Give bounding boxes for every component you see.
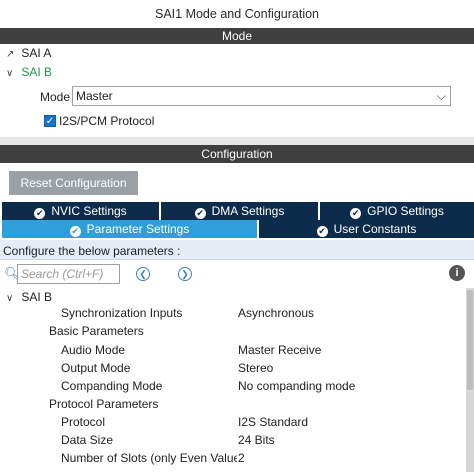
tab-nvic-settings[interactable]: ✔ NVIC Settings (2, 202, 159, 220)
window-title: SAI1 Mode and Configuration (0, 0, 474, 28)
param-value-output-mode[interactable]: Stereo (238, 361, 273, 375)
param-value-audio-mode[interactable]: Master Receive (238, 343, 321, 357)
param-label-audio-mode: Audio Mode (61, 343, 126, 357)
search-placeholder: Search (Ctrl+F) (21, 267, 104, 281)
param-value-companding[interactable]: No companding mode (238, 379, 355, 393)
chevron-down-icon: ⌵ (436, 89, 446, 103)
tab-gpio-settings[interactable]: ✔ GPIO Settings (320, 202, 474, 220)
check-circle-icon: ✔ (34, 208, 46, 219)
expanded-chevron-icon: ∨ (6, 293, 14, 304)
mode-section-bar: Mode (0, 28, 474, 44)
check-circle-icon: ✔ (194, 208, 206, 219)
param-label-output-mode: Output Mode (61, 361, 131, 375)
params-scrollbar-thumb[interactable] (467, 290, 473, 390)
sai-a-label: SAI A (21, 46, 52, 60)
param-value-data-size[interactable]: 24 Bits (238, 433, 275, 447)
param-label-protocol: Protocol (61, 415, 106, 429)
param-value-protocol[interactable]: I2S Standard (238, 415, 308, 429)
param-label-sync-inputs: Synchronization Inputs (61, 306, 183, 320)
sai-b-label: SAI B (21, 65, 53, 79)
tab-label: User Constants (333, 222, 417, 236)
check-circle-icon: ✔ (316, 226, 328, 237)
tab-label: DMA Settings (211, 204, 285, 218)
param-label-companding: Companding Mode (61, 379, 163, 393)
tab-parameter-settings[interactable]: ✔ Parameter Settings (2, 220, 257, 238)
search-input[interactable]: Search (Ctrl+F) (17, 264, 120, 284)
mode-select[interactable]: Master ⌵ (72, 86, 451, 106)
check-circle-icon: ✔ (350, 208, 362, 219)
param-label-num-slots: Number of Slots (only Even Values... (61, 451, 237, 465)
param-value-sync-inputs[interactable]: Asynchronous (238, 306, 314, 320)
i2s-protocol-label: I2S/PCM Protocol (59, 114, 155, 128)
next-result-icon[interactable]: ❯ (178, 267, 192, 281)
previous-result-icon[interactable]: ❮ (136, 267, 150, 281)
tree-root-sai-b[interactable]: ∨ SAI B (6, 289, 52, 305)
tab-label: NVIC Settings (51, 204, 127, 218)
mode-field-label: Mode (40, 90, 71, 104)
param-label-data-size: Data Size (61, 433, 114, 447)
group-protocol-parameters[interactable]: Protocol Parameters (49, 397, 158, 411)
collapsed-arrow-icon: ↗ (6, 49, 15, 60)
info-icon[interactable]: i (449, 265, 465, 281)
expanded-chevron-icon: ∨ (6, 68, 14, 79)
tab-dma-settings[interactable]: ✔ DMA Settings (161, 202, 318, 220)
tab-user-constants[interactable]: ✔ User Constants (259, 220, 474, 238)
param-value-num-slots[interactable]: 2 (238, 451, 245, 465)
tab-label: Parameter Settings (86, 222, 190, 236)
tree-root-label: SAI B (21, 290, 53, 304)
i2s-protocol-checkbox[interactable]: ✓ (44, 115, 56, 127)
reset-configuration-button[interactable]: Reset Configuration (9, 171, 138, 195)
configuration-section-bar: Configuration (0, 145, 474, 163)
tree-item-sai-a[interactable]: ↗ SAI A (6, 45, 51, 61)
params-header-text: Configure the below parameters : (3, 244, 181, 258)
tree-item-sai-b[interactable]: ∨ SAI B (6, 64, 52, 80)
check-circle-icon: ✔ (69, 226, 81, 237)
mode-select-value: Master (76, 89, 113, 103)
mode-panel-scroll-strip (0, 137, 474, 145)
group-basic-parameters[interactable]: Basic Parameters (49, 324, 144, 338)
tab-label: GPIO Settings (367, 204, 444, 218)
